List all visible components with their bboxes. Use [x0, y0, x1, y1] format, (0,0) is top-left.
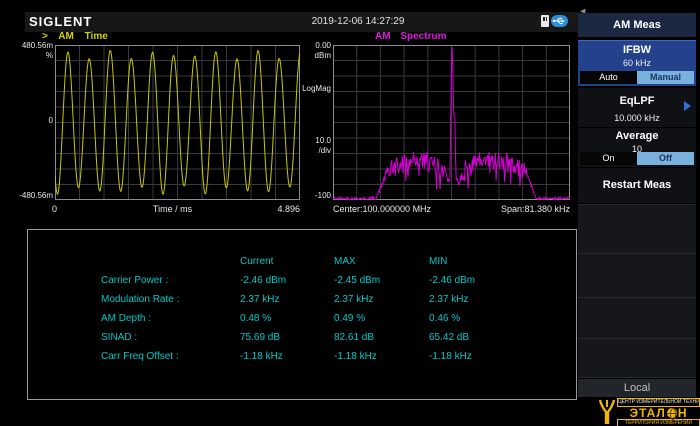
cell-value: 75.69 dB — [240, 332, 281, 343]
am-time-window-title: > AM Time — [42, 31, 116, 42]
row-label-sinad: SINAD : — [101, 332, 138, 343]
cell-value: 2.37 kHz — [334, 294, 374, 305]
average-softkey[interactable]: Average 10 On Off — [578, 128, 696, 167]
eqlpf-label: EqLPF — [619, 95, 655, 107]
row-label-am-depth: AM Depth : — [101, 313, 152, 324]
cell-value: -1.18 kHz — [240, 351, 283, 362]
average-label: Average — [615, 130, 659, 142]
time-x-end-label: 4.896 — [277, 204, 300, 214]
datetime-display: 2019-12-06 14:27:29 — [311, 16, 405, 27]
row-label-modulation-rate: Modulation Rate : — [101, 294, 180, 305]
cell-value: 0.49 % — [334, 313, 366, 324]
cell-value: -1.18 kHz — [429, 351, 472, 362]
time-x-axis-title: Time / ms — [152, 204, 193, 214]
time-y-min-label: -480.56m — [19, 191, 53, 200]
ifbw-value: 60 kHz — [622, 58, 651, 68]
storage-icon — [541, 15, 549, 27]
softkey-menu: ◀ AM Meas IFBW 60 kHz Auto Manual EqLPF … — [578, 0, 696, 426]
window-type-label: AM — [375, 31, 391, 42]
brand-logo: SIGLENT — [29, 14, 93, 29]
empty-softkey-slot — [578, 297, 696, 338]
empty-softkey-slot — [578, 253, 696, 297]
cell-value: 2.37 kHz — [429, 294, 469, 305]
spectrum-ref-level-label: 0.00 — [315, 41, 331, 50]
empty-softkey-slot — [578, 204, 696, 253]
ifbw-label: IFBW — [622, 44, 652, 56]
watermark-bottom-text: ТЕРРИТОРИЯ ИЗМЕРЕНИЙ — [617, 419, 700, 426]
cell-value: 2.37 kHz — [240, 294, 280, 305]
ifbw-manual-option[interactable]: Manual — [637, 71, 694, 84]
cell-value: 0.46 % — [429, 313, 461, 324]
cell-value: -2.46 dBm — [429, 275, 476, 286]
spectrum-y-min-label: -100 — [314, 191, 331, 200]
column-header-min: MIN — [429, 256, 448, 267]
window-type-label: AM — [58, 31, 74, 42]
time-y-unit-label: % — [45, 51, 53, 60]
cell-value: 82.61 dB — [334, 332, 375, 343]
cell-value: -2.46 dBm — [240, 275, 287, 286]
empty-softkey-slot — [578, 338, 696, 378]
measurement-results-table: Current MAX MIN Carrier Power : -2.46 dB… — [27, 229, 577, 400]
average-on-option[interactable]: On — [580, 152, 637, 165]
column-header-max: MAX — [334, 256, 356, 267]
globe-icon — [666, 408, 677, 420]
top-status-bar: SIGLENT 2019-12-06 14:27:29 — [25, 12, 578, 32]
spectrum-ref-unit-label: dBm — [314, 51, 331, 60]
spectrum-scale-unit-label: /div — [318, 146, 331, 155]
time-y-mid-label: 0 — [48, 116, 53, 125]
average-off-option[interactable]: Off — [637, 152, 694, 165]
spectrum-scale-label: 10.0 — [315, 136, 331, 145]
eqlpf-softkey[interactable]: EqLPF 10.000 kHz — [578, 88, 696, 127]
cell-value: -2.45 dBm — [334, 275, 381, 286]
usb-icon — [551, 15, 568, 27]
cell-value: 0.48 % — [240, 313, 272, 324]
window-name-label: Time — [84, 31, 108, 42]
column-header-current: Current — [240, 256, 274, 267]
eqlpf-value: 10.000 kHz — [614, 113, 660, 123]
watermark-name-right: Н — [677, 406, 688, 420]
etalon-watermark: ЦЕНТР ИЗМЕРИТЕЛЬНОЙ ТЕХНИКИ ЭТАЛ Н ТЕРРИТ… — [597, 398, 700, 426]
row-label-carrier-power: Carrier Power : — [101, 275, 169, 286]
cell-value: 65.42 dB — [429, 332, 470, 343]
ifbw-softkey[interactable]: IFBW 60 kHz Auto Manual — [578, 40, 696, 86]
watermark-name-left: ЭТАЛ — [629, 406, 666, 420]
local-button[interactable]: Local — [578, 379, 696, 397]
spectrum-plot-canvas — [333, 45, 570, 200]
row-label-carr-freq-offset: Carr Freq Offset : — [101, 351, 179, 362]
cell-value: -1.18 kHz — [334, 351, 377, 362]
center-frequency-label: Center:100.000000 MHz — [333, 204, 432, 214]
restart-meas-softkey[interactable]: Restart Meas — [578, 168, 696, 203]
table-corner-cell — [28, 252, 240, 271]
time-plot-canvas — [55, 45, 300, 200]
ifbw-auto-option[interactable]: Auto — [580, 71, 637, 84]
etalon-mark-icon — [598, 399, 616, 424]
window-name-label: Spectrum — [400, 31, 447, 42]
am-spectrum-window-title: AM Spectrum — [375, 31, 453, 42]
span-label: Span:81.380 kHz — [500, 204, 570, 214]
menu-title: AM Meas — [578, 13, 696, 37]
time-x-start-label: 0 — [52, 204, 58, 214]
time-y-ref-label: 480.56m — [21, 41, 53, 50]
usb-trident-glyph — [552, 17, 565, 25]
submenu-arrow-icon — [684, 101, 691, 111]
spectrum-scale-type-label: LogMag — [302, 84, 331, 93]
